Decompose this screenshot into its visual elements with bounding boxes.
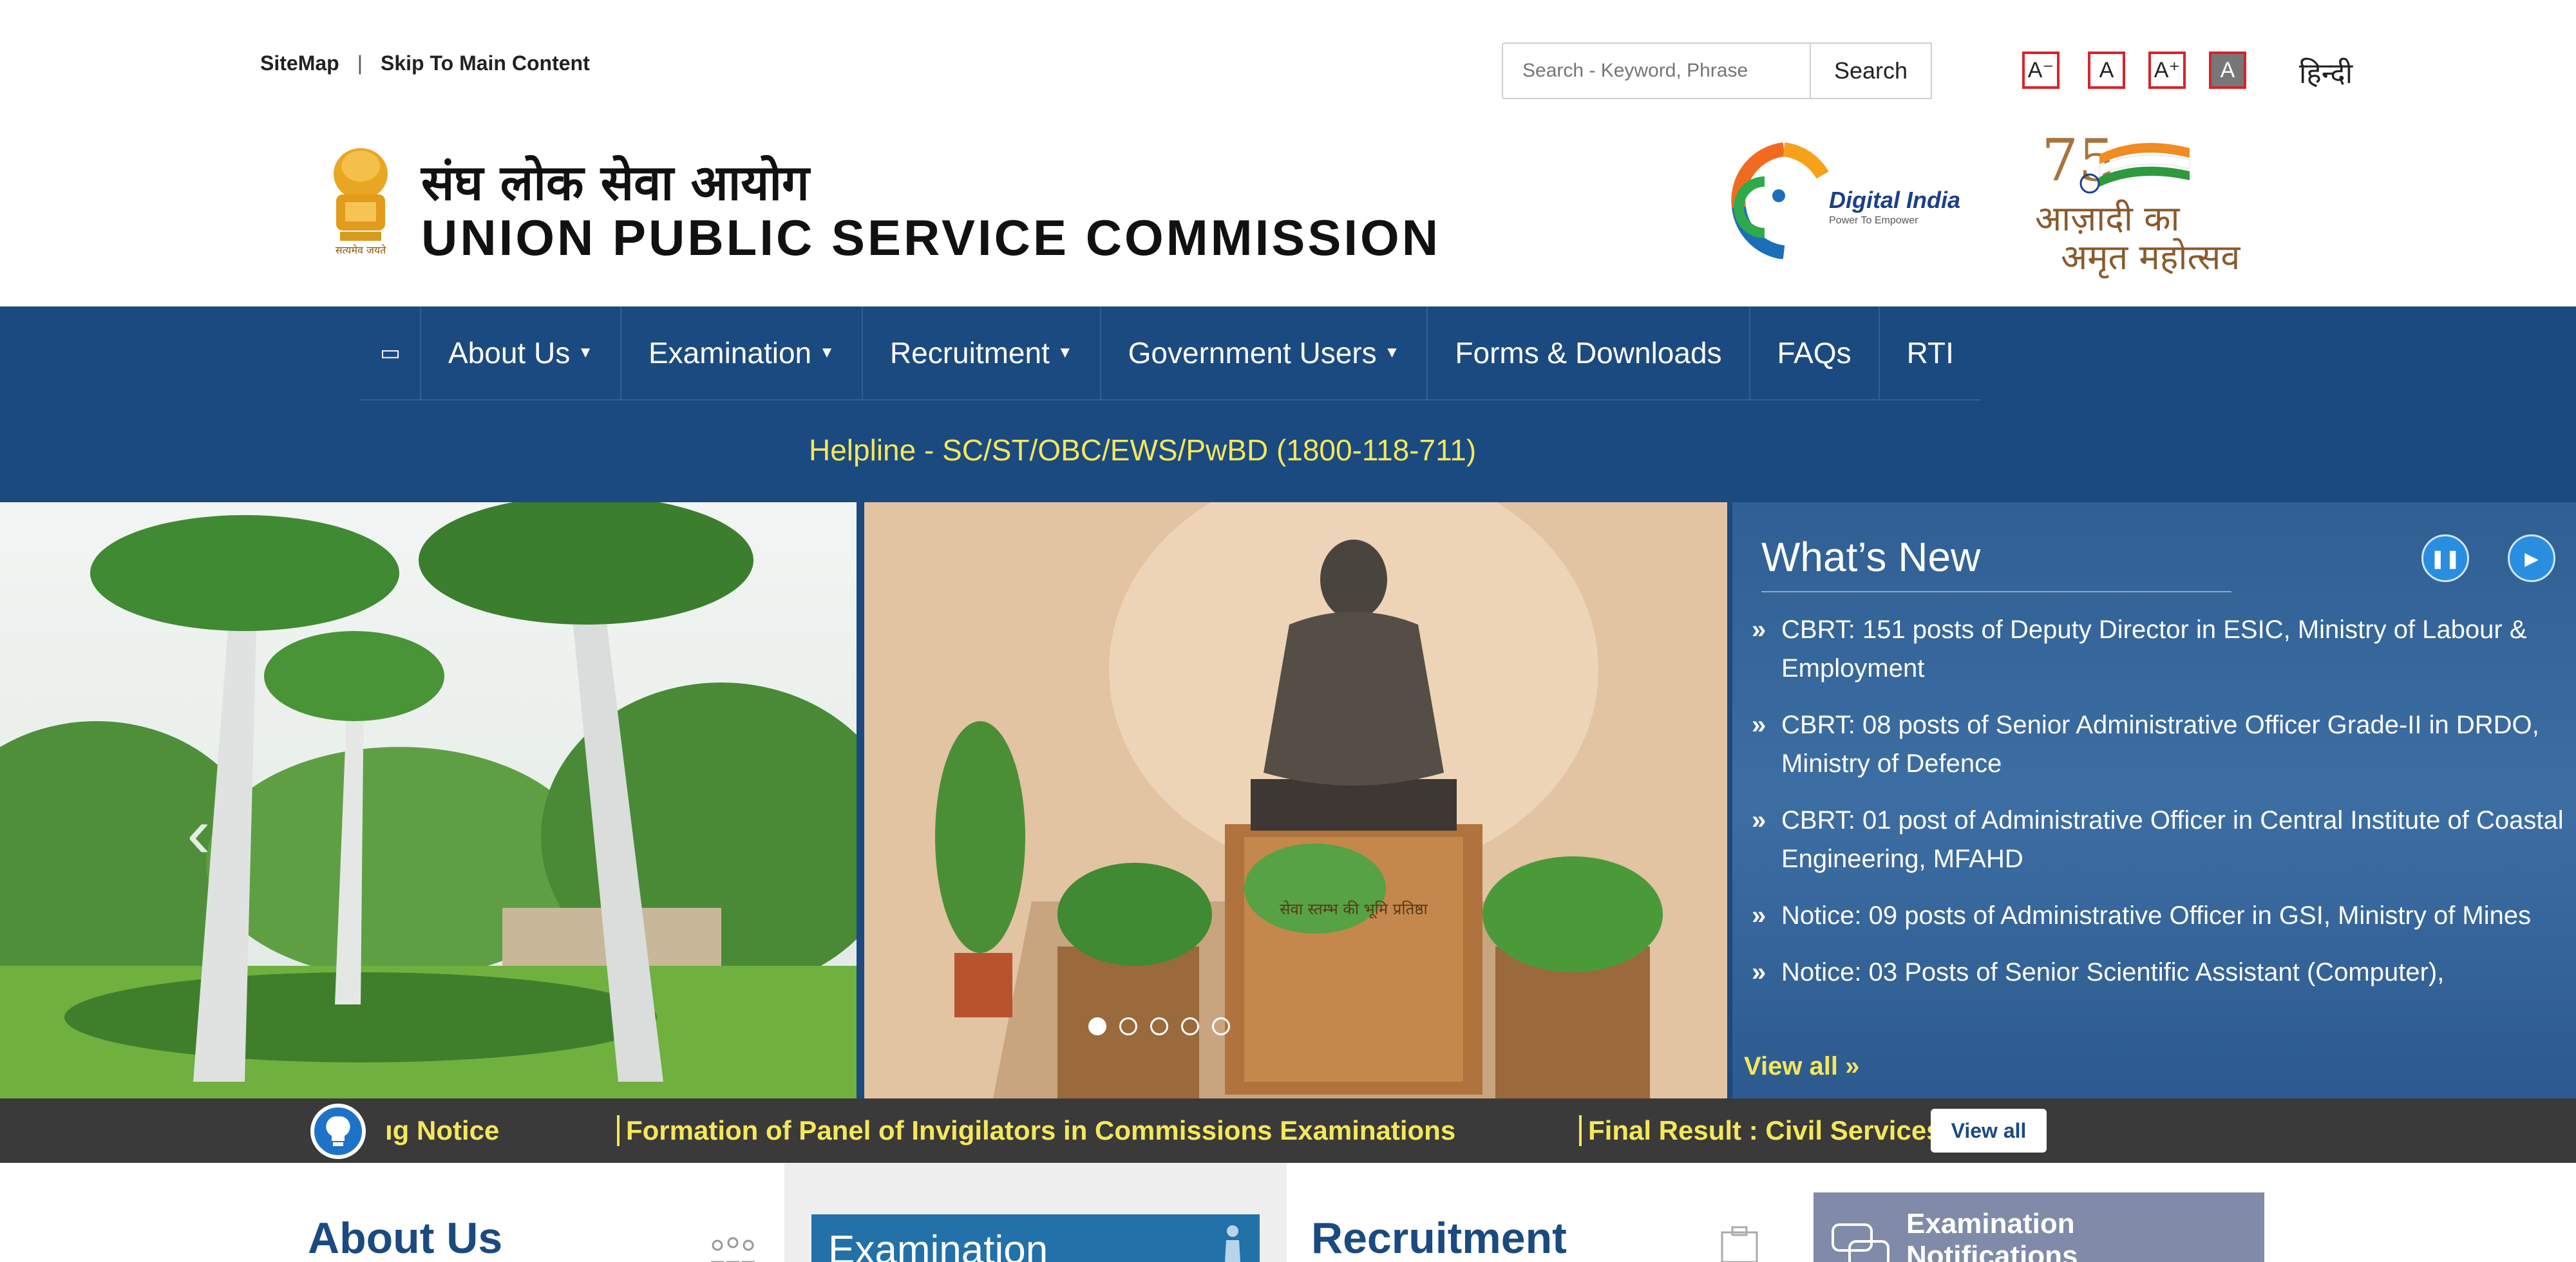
examination-notifications-card[interactable]: Examination Notifications xyxy=(1814,1192,2264,1262)
whats-new-item[interactable]: » CBRT: 08 posts of Senior Administrative… xyxy=(1752,706,2570,783)
people-group-icon xyxy=(711,1237,755,1262)
slider-dot-3[interactable] xyxy=(1150,1017,1168,1035)
pause-icon[interactable]: ❚❚ xyxy=(2421,534,2469,582)
nav-government-users[interactable]: Government Users ▼ xyxy=(1101,306,1428,399)
about-us-heading[interactable]: About Us xyxy=(308,1213,502,1262)
national-emblem-icon[interactable]: सत्यमेव जयते xyxy=(322,135,399,258)
whats-new-item[interactable]: » CBRT: 01 post of Administrative Officer… xyxy=(1752,801,2570,878)
main-nav: ▭ About Us ▼ Examination ▼ Recruitment ▼ Go… xyxy=(361,306,1981,400)
bullet-icon: » xyxy=(1752,901,1766,930)
nav-about-us[interactable]: About Us ▼ xyxy=(421,306,621,399)
azadi-line-2: अमृत महोत्सव xyxy=(2061,237,2240,278)
hero-section: ‹ सेवा स्तम्भ की भूमि प्रतिष्ठा What’s N… xyxy=(0,502,2576,1098)
nav-examination[interactable]: Examination ▼ xyxy=(621,306,863,399)
whats-new-item[interactable]: » Notice: 03 Posts of Senior Scientific A… xyxy=(1752,953,2570,992)
ticker-view-all-button[interactable]: View all xyxy=(1931,1109,2047,1153)
nav-label: Forms & Downloads xyxy=(1455,336,1722,370)
slider-dot-5[interactable] xyxy=(1212,1017,1230,1035)
bullet-icon: » xyxy=(1752,958,1766,986)
home-icon[interactable]: ▭ xyxy=(361,306,421,399)
font-increase-button[interactable]: A⁺ xyxy=(2148,52,2186,89)
whats-new-view-all-link[interactable]: View all » xyxy=(1744,1052,1859,1081)
slider-pagination xyxy=(1088,1017,1230,1035)
caret-down-icon: ▼ xyxy=(1384,344,1400,361)
digital-india-tagline: Power To Empower xyxy=(1829,215,1918,226)
whats-new-item-text: Notice: 09 posts of Administrative Offic… xyxy=(1781,901,2532,930)
font-normal-button[interactable]: A xyxy=(2088,52,2125,89)
site-header: सत्यमेव जयते संघ लोक सेवा आयोग UNION PUB… xyxy=(0,103,2576,306)
whats-new-item[interactable]: » Notice: 09 posts of Administrative Offi… xyxy=(1752,896,2570,935)
whats-new-list: » CBRT: 151 posts of Deputy Director in E… xyxy=(1752,610,2570,1010)
azadi-line-1: आज़ादी का xyxy=(2035,198,2180,239)
skip-to-main-link[interactable]: Skip To Main Content xyxy=(381,52,590,75)
helpline-text[interactable]: Helpline - SC/ST/OBC/EWS/PwBD (1800-118-… xyxy=(809,433,1476,467)
nav-label: RTI xyxy=(1906,336,1954,370)
nav-label: FAQs xyxy=(1777,336,1852,370)
sitemap-link[interactable]: SiteMap xyxy=(260,52,339,75)
high-contrast-button[interactable]: A xyxy=(2209,52,2246,89)
whats-new-title: What’s New xyxy=(1761,534,1981,580)
bullet-icon: » xyxy=(1752,806,1766,834)
search-input[interactable] xyxy=(1502,42,1811,99)
whats-new-item-text: Notice: 03 Posts of Senior Scientific As… xyxy=(1781,958,2445,986)
news-ticker: ıg Notice Formation of Panel of Invigila… xyxy=(0,1098,2576,1163)
main-navigation-bar: ▭ About Us ▼ Examination ▼ Recruitment ▼ Go… xyxy=(0,306,2576,502)
statue-plaque-text: सेवा स्तम्भ की भूमि प्रतिष्ठा xyxy=(1280,900,1428,919)
nav-rti[interactable]: RTI xyxy=(1880,306,1981,399)
nav-label: About Us xyxy=(448,336,571,370)
nav-faqs[interactable]: FAQs xyxy=(1750,306,1880,399)
caret-down-icon: ▼ xyxy=(578,344,593,361)
svg-text:सत्यमेव जयते: सत्यमेव जयते xyxy=(336,244,386,256)
recruitment-heading[interactable]: Recruitment xyxy=(1311,1213,1567,1262)
slider-dot-2[interactable] xyxy=(1119,1017,1137,1035)
slider-image-garden xyxy=(0,502,857,1098)
top-utility-bar: SiteMap | Skip To Main Content Search A⁻… xyxy=(0,0,2576,103)
notifications-line-1: Examination xyxy=(1906,1208,2075,1239)
lightbulb-icon xyxy=(310,1104,366,1159)
slider-dot-1[interactable] xyxy=(1088,1017,1106,1035)
search-button[interactable]: Search xyxy=(1811,42,1932,99)
ticker-item[interactable]: Formation of Panel of Invigilators in Co… xyxy=(617,1115,1455,1146)
ticker-item[interactable]: Final Result : Civil Services xyxy=(1579,1115,1942,1146)
font-decrease-button[interactable]: A⁻ xyxy=(2022,52,2060,89)
bullet-icon: » xyxy=(1752,711,1766,739)
whats-new-panel: What’s New ❚❚ ▶ » CBRT: 151 posts of Depu… xyxy=(1732,502,2576,1098)
nav-forms-downloads[interactable]: Forms & Downloads xyxy=(1428,306,1750,399)
bullet-icon: » xyxy=(1752,616,1766,644)
site-title-english[interactable]: UNION PUBLIC SERVICE COMMISSION xyxy=(421,209,1441,267)
page-root: SiteMap | Skip To Main Content Search A⁻… xyxy=(0,0,2576,1262)
ticker-label: ıg Notice xyxy=(385,1115,500,1145)
link-separator: | xyxy=(357,52,363,75)
slider-image-statue: सेवा स्तम्भ की भूमि प्रतिष्ठा xyxy=(864,502,1727,1098)
whats-new-item-text: CBRT: 151 posts of Deputy Director in ES… xyxy=(1781,616,2527,683)
top-links: SiteMap | Skip To Main Content xyxy=(260,52,590,75)
examination-heading-text: Examination xyxy=(828,1228,1048,1262)
hindi-language-link[interactable]: हिन्दी xyxy=(2299,53,2353,91)
play-icon[interactable]: ▶ xyxy=(2508,534,2555,582)
azadi-ka-amrit-mahotsav-text: आज़ादी का अमृत महोत्सव xyxy=(2035,200,2240,277)
whats-new-divider xyxy=(1761,591,2231,592)
person-icon xyxy=(1225,1225,1240,1262)
digital-india-text: Digital India xyxy=(1829,187,1961,213)
site-title-hindi: संघ लोक सेवा आयोग xyxy=(421,154,810,211)
nav-label: Recruitment xyxy=(889,336,1050,370)
nav-recruitment[interactable]: Recruitment ▼ xyxy=(863,306,1101,399)
chat-bubbles-icon xyxy=(1832,1223,1889,1262)
quick-sections: About Us Examination Recruitment Examina… xyxy=(0,1163,2576,1262)
clipboard-icon xyxy=(1721,1226,1758,1262)
whats-new-item-text: CBRT: 08 posts of Senior Administrative … xyxy=(1781,711,2539,778)
whats-new-item[interactable]: » CBRT: 151 posts of Deputy Director in E… xyxy=(1752,610,2570,688)
notifications-line-2: Notifications xyxy=(1906,1240,2078,1262)
nav-label: Government Users xyxy=(1128,336,1377,370)
examination-heading[interactable]: Examination xyxy=(811,1214,1260,1262)
slider-previous-arrow-icon[interactable]: ‹ xyxy=(187,792,211,874)
nav-label: Examination xyxy=(648,336,812,370)
caret-down-icon: ▼ xyxy=(819,344,835,361)
slider-dot-4[interactable] xyxy=(1181,1017,1199,1035)
whats-new-item-text: CBRT: 01 post of Administrative Officer … xyxy=(1781,806,2564,873)
caret-down-icon: ▼ xyxy=(1057,344,1073,361)
